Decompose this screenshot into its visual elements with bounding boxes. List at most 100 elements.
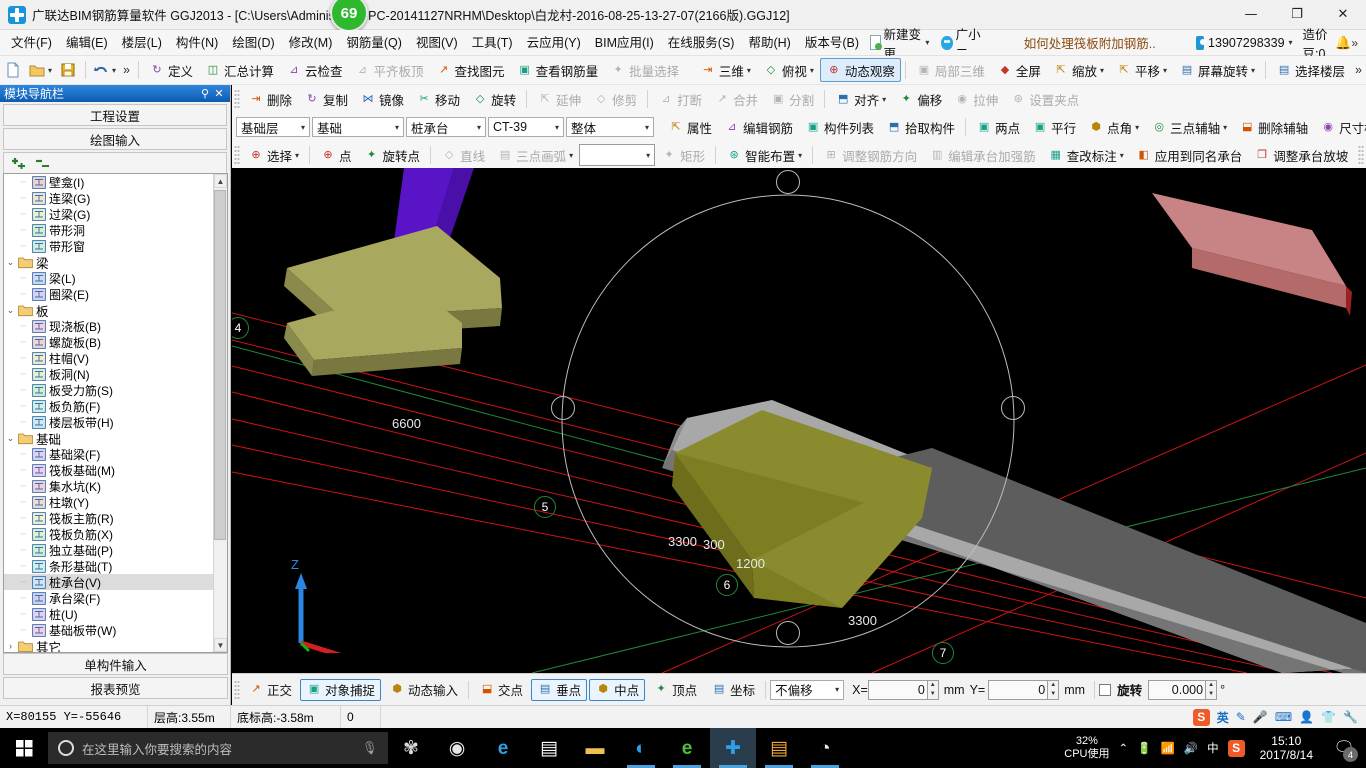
- y-input[interactable]: 0: [988, 679, 1049, 700]
- notification-center-button[interactable]: 🗨 4: [1328, 728, 1360, 768]
- mic-icon[interactable]: 🎤: [1253, 710, 1268, 724]
- member-list-button[interactable]: ▣ 构件列表: [799, 115, 880, 139]
- menu-item-1[interactable]: 编辑(E): [59, 30, 115, 56]
- check-annotation-button[interactable]: ▦ 查改标注 ▾: [1042, 143, 1130, 167]
- offset-button[interactable]: ✦ 偏移: [892, 87, 948, 111]
- keyboard-icon[interactable]: ⌨: [1275, 710, 1292, 724]
- edit-rebar-button[interactable]: ⊿ 编辑钢筋: [718, 115, 799, 139]
- grid-bubble-5[interactable]: 5: [534, 496, 556, 518]
- orbit-handle-2[interactable]: [1001, 396, 1025, 420]
- properties-button[interactable]: ⇱ 属性: [662, 115, 718, 139]
- chevron-down-icon[interactable]: ▾: [882, 95, 886, 104]
- define-button[interactable]: ↻ 定义: [143, 58, 199, 82]
- chevron-down-icon[interactable]: ▾: [810, 66, 814, 75]
- orbit-handle-0[interactable]: [776, 170, 800, 194]
- menu-overflow-button[interactable]: »: [1351, 36, 1358, 50]
- menu-item-0[interactable]: 文件(F): [4, 30, 59, 56]
- chevron-down-icon[interactable]: ▾: [747, 66, 751, 75]
- pin-icon[interactable]: ⚲: [198, 87, 212, 100]
- scroll-up-icon[interactable]: ▲: [214, 174, 227, 188]
- snap-toggle-2[interactable]: ⬢ 中点: [589, 678, 646, 701]
- pan-button[interactable]: ⇱ 平移 ▾: [1110, 58, 1173, 82]
- chevron-down-icon[interactable]: ⌄: [4, 305, 17, 316]
- align-button[interactable]: ⬒ 对齐 ▾: [829, 87, 892, 111]
- user-icon[interactable]: 👤: [1299, 710, 1314, 724]
- orbit-handle-1[interactable]: [551, 396, 575, 420]
- chevron-down-icon[interactable]: ▾: [1100, 66, 1104, 75]
- tree-item[interactable]: ┈ 承台梁(F): [4, 590, 213, 606]
- taskbar-app-ie-browser[interactable]: e: [664, 728, 710, 768]
- open-chevron-down-icon[interactable]: ▾: [48, 66, 52, 75]
- promo-link[interactable]: 如何处理筏板附加钢筋..: [1024, 33, 1156, 52]
- battery-icon[interactable]: 🔋: [1137, 741, 1151, 755]
- cube-button[interactable]: ⇥ 三维 ▾: [694, 58, 757, 82]
- pick-member-button[interactable]: ⬒ 拾取构件: [880, 115, 961, 139]
- fullscreen-button[interactable]: ◆ 全屏: [991, 58, 1047, 82]
- type-select-chevron-down-icon[interactable]: ▾: [477, 123, 481, 132]
- toolbar-grip[interactable]: [234, 89, 240, 109]
- tray-expand-icon[interactable]: ⌃: [1118, 741, 1128, 755]
- shirt-icon[interactable]: 👕: [1321, 710, 1336, 724]
- member-select[interactable]: CT-39 ▾: [488, 117, 564, 137]
- adjust-cap-slope-button[interactable]: ❐ 调整承台放坡: [1248, 143, 1354, 167]
- single-member-input-button[interactable]: 单构件输入: [3, 653, 228, 675]
- taskbar-search[interactable]: 在这里输入你要搜索的内容 🎙: [48, 732, 388, 764]
- tree-item[interactable]: ┈ 连梁(G): [4, 190, 213, 206]
- grid-bubble-6[interactable]: 6: [716, 574, 738, 596]
- tree-folder[interactable]: ⌄ 板: [4, 302, 213, 319]
- tree-item[interactable]: ┈ 桩(U): [4, 606, 213, 622]
- menu-item-13[interactable]: 版本号(B): [798, 30, 866, 56]
- draw-toggle-0[interactable]: ↗ 正交: [242, 679, 298, 701]
- toolbar-overflow-left[interactable]: »: [119, 58, 134, 82]
- collapse-all-icon[interactable]: [34, 157, 50, 173]
- mirror-button[interactable]: ⋈ 镜像: [354, 87, 410, 111]
- two-point-button[interactable]: ▣ 两点: [970, 115, 1026, 139]
- account-chevron-down-icon[interactable]: ▾: [1289, 38, 1293, 47]
- bell-icon[interactable]: 🔔: [1335, 35, 1351, 51]
- chevron-down-icon[interactable]: ▾: [798, 151, 802, 160]
- draw-toggle-2[interactable]: ⬢ 动态输入: [383, 679, 464, 701]
- tree-folder[interactable]: ⌄ 梁: [4, 254, 213, 271]
- cloud-check-button[interactable]: ⊿ 云检查: [280, 58, 349, 82]
- menu-item-6[interactable]: 钢筋量(Q): [339, 30, 409, 56]
- zoom-button[interactable]: ⇱ 缩放 ▾: [1047, 58, 1110, 82]
- chevron-down-icon[interactable]: ▾: [1251, 66, 1255, 75]
- delete-button[interactable]: ⇥ 删除: [242, 87, 298, 111]
- topview-button[interactable]: ◇ 俯视 ▾: [757, 58, 820, 82]
- draw-combo-chevron-down-icon[interactable]: ▾: [646, 151, 650, 160]
- sum-button[interactable]: ◫ 汇总计算: [199, 58, 280, 82]
- tree-item[interactable]: ┈ 桩承台(V): [4, 574, 213, 590]
- panel-close-icon[interactable]: ✕: [212, 87, 226, 100]
- scrollbar-thumb[interactable]: [214, 190, 226, 540]
- delete-axis-button[interactable]: ⬓ 删除辅轴: [1233, 115, 1314, 139]
- category-select-chevron-down-icon[interactable]: ▾: [395, 123, 399, 132]
- report-preview-button[interactable]: 报表预览: [3, 677, 228, 699]
- wifi-icon[interactable]: 📶: [1160, 741, 1174, 755]
- tree-item[interactable]: ┈ 集水坑(K): [4, 478, 213, 494]
- ime-lang-label[interactable]: 英: [1217, 709, 1229, 726]
- menu-item-9[interactable]: 云应用(Y): [520, 30, 588, 56]
- copy-button[interactable]: ↻ 复制: [298, 87, 354, 111]
- scroll-down-icon[interactable]: ▼: [214, 638, 227, 652]
- orbit-button[interactable]: ⊕ 动态观察: [819, 58, 901, 82]
- draw-combo[interactable]: ▾: [579, 144, 656, 166]
- taskbar-app-360-browser[interactable]: ◐: [618, 728, 664, 768]
- tree-item[interactable]: ┈ 壁龛(I): [4, 174, 213, 190]
- tree-item[interactable]: ┈ 板负筋(F): [4, 398, 213, 414]
- snap-toggle-3[interactable]: ✦ 顶点: [647, 679, 703, 701]
- tree-item[interactable]: ┈ 梁(L): [4, 270, 213, 286]
- tree-item[interactable]: ┈ 基础梁(F): [4, 446, 213, 462]
- snap-toggle-1[interactable]: ▤ 垂点: [531, 678, 588, 701]
- snap-toggle-4[interactable]: ▤ 坐标: [705, 679, 761, 701]
- chevron-down-icon[interactable]: ▾: [1135, 123, 1139, 132]
- ime-mode-label[interactable]: 中: [1207, 740, 1219, 756]
- parallel-button[interactable]: ▣ 平行: [1026, 115, 1082, 139]
- y-stepper[interactable]: ▲ ▼: [1048, 679, 1060, 700]
- cursor-button[interactable]: ⊕ 选择 ▾: [242, 143, 305, 167]
- component-tree[interactable]: ┈ 壁龛(I) ┈ 连梁(G) ┈ 过梁(G) ┈ 带形洞 ┈ 带形窗 ⌄ 梁 ┈ 梁(L) ┈ 圈梁(E) ⌄…: [4, 174, 213, 652]
- grid-bubble-7[interactable]: 7: [932, 642, 954, 664]
- tree-item[interactable]: ┈ 筏板基础(M): [4, 462, 213, 478]
- tree-folder[interactable]: ⌄ 基础: [4, 430, 213, 447]
- project-settings-button[interactable]: 工程设置: [3, 104, 227, 126]
- taskbar-app-notification-app[interactable]: ◉: [434, 728, 480, 768]
